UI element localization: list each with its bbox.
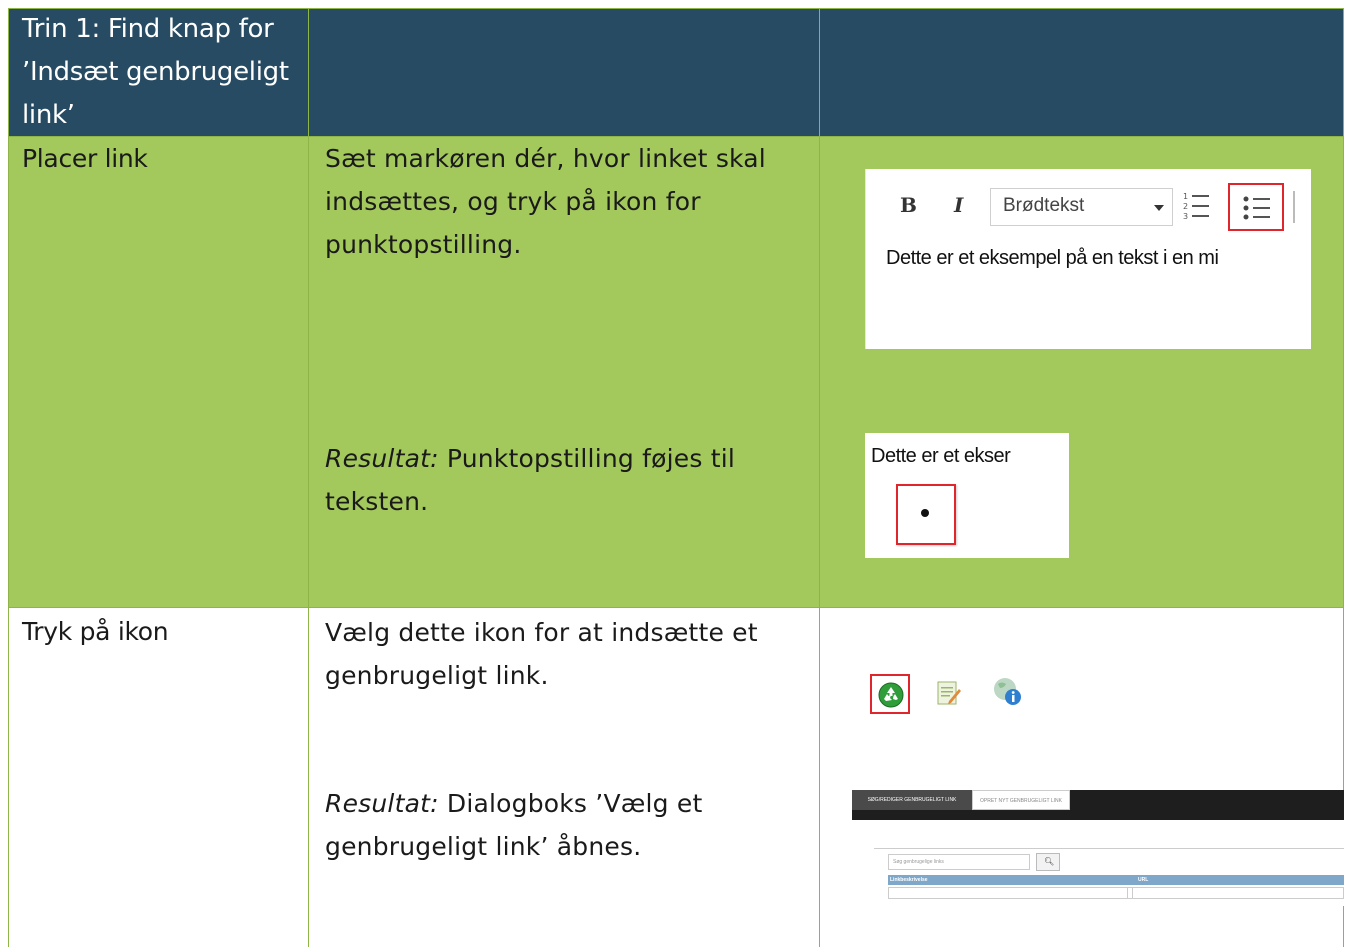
tab-divider bbox=[874, 848, 1344, 849]
grid-line bbox=[8, 8, 9, 947]
header-step-title: Trin 1: Find knap for ’Indsæt genbrugeli… bbox=[22, 14, 289, 130]
row2-result-cell: Resultat: Dialogboks ’Vælg et genbrugeli… bbox=[309, 782, 819, 868]
row2-label-cell: Tryk på ikon bbox=[8, 612, 308, 652]
editor-screenshot: B I Brødtekst 1 2 3 Dette er et eksempel… bbox=[865, 169, 1311, 349]
grid-line bbox=[8, 607, 1344, 608]
toolbar-separator bbox=[1293, 191, 1295, 223]
svg-text:1: 1 bbox=[1183, 192, 1188, 201]
dialog-screenshot: Vælg et genbrugeligt link SØG/REDIGER GE… bbox=[852, 790, 1344, 906]
header-cell-3 bbox=[820, 8, 1344, 136]
link-grid-header: Linkbeskrivelse URL bbox=[888, 875, 1344, 885]
bullet-result-screenshot: Dette er et ekser bbox=[865, 433, 1069, 558]
row2-label: Tryk på ikon bbox=[22, 617, 169, 646]
column-header-linktext[interactable]: Linkbeskrivelse bbox=[890, 875, 928, 885]
row1-result-cell: Resultat: Punktopstilling føjes til teks… bbox=[309, 437, 819, 523]
style-select-value: Brødtekst bbox=[1003, 195, 1085, 216]
chevron-down-icon bbox=[1154, 205, 1164, 211]
ordered-list-icon[interactable]: 1 2 3 bbox=[1183, 191, 1211, 221]
result-text: Dette er et ekser bbox=[871, 445, 1011, 467]
globe-info-icon[interactable] bbox=[992, 676, 1024, 708]
grid-line bbox=[8, 8, 1344, 9]
tab-search-edit-link[interactable]: SØG/REDIGER GENBRUGELIGT LINK bbox=[852, 790, 972, 810]
row1-label: Placer link bbox=[22, 144, 148, 173]
table-row[interactable] bbox=[888, 887, 1344, 899]
search-input[interactable]: Søg genbrugelige links bbox=[888, 854, 1030, 870]
row1-result: Resultat: Punktopstilling føjes til teks… bbox=[309, 437, 819, 523]
bullet-list-icon bbox=[1243, 196, 1270, 220]
row2-instruction: Vælg dette ikon for at indsætte et genbr… bbox=[325, 618, 758, 690]
bullet-highlight bbox=[896, 484, 956, 545]
style-select[interactable]: Brødtekst bbox=[990, 188, 1173, 226]
search-button[interactable]: 🔍︎ bbox=[1036, 853, 1060, 871]
row2-result: Resultat: Dialogboks ’Vælg et genbrugeli… bbox=[309, 782, 819, 868]
header-cell-step: Trin 1: Find knap for ’Indsæt genbrugeli… bbox=[8, 8, 308, 136]
grid-line bbox=[308, 8, 309, 947]
svg-text:2: 2 bbox=[1183, 202, 1188, 211]
bullet-list-button[interactable] bbox=[1228, 183, 1284, 231]
recycle-link-button[interactable] bbox=[870, 674, 910, 714]
row1-instruction-cell: Sæt markøren dér, hvor linket skal indsæ… bbox=[309, 137, 819, 266]
column-header-url[interactable]: URL bbox=[1138, 875, 1148, 885]
row1-instruction: Sæt markøren dér, hvor linket skal indsæ… bbox=[325, 144, 766, 259]
header-cell-2 bbox=[309, 8, 819, 136]
column-separator bbox=[1127, 888, 1133, 898]
grid-line bbox=[8, 136, 1344, 137]
search-icon: 🔍︎ bbox=[1044, 857, 1055, 866]
editor-text[interactable]: Dette er et eksempel på en tekst i en mi bbox=[886, 247, 1312, 270]
svg-text:3: 3 bbox=[1183, 212, 1188, 221]
bold-icon[interactable]: B bbox=[900, 193, 917, 217]
row2-instruction-cell: Vælg dette ikon for at indsætte et genbr… bbox=[309, 611, 819, 697]
tab-create-new-link[interactable]: OPRET NYT GENBRUGELIGT LINK bbox=[972, 790, 1070, 810]
recycle-link-icon bbox=[878, 682, 904, 708]
row1-result-prefix: Resultat: bbox=[325, 444, 439, 473]
bullet-dot-icon bbox=[921, 509, 929, 517]
row1-label-cell: Placer link bbox=[8, 137, 308, 179]
edit-page-icon[interactable] bbox=[935, 679, 963, 707]
italic-icon[interactable]: I bbox=[954, 193, 963, 217]
grid-line bbox=[819, 8, 820, 947]
row2-result-prefix: Resultat: bbox=[325, 789, 439, 818]
